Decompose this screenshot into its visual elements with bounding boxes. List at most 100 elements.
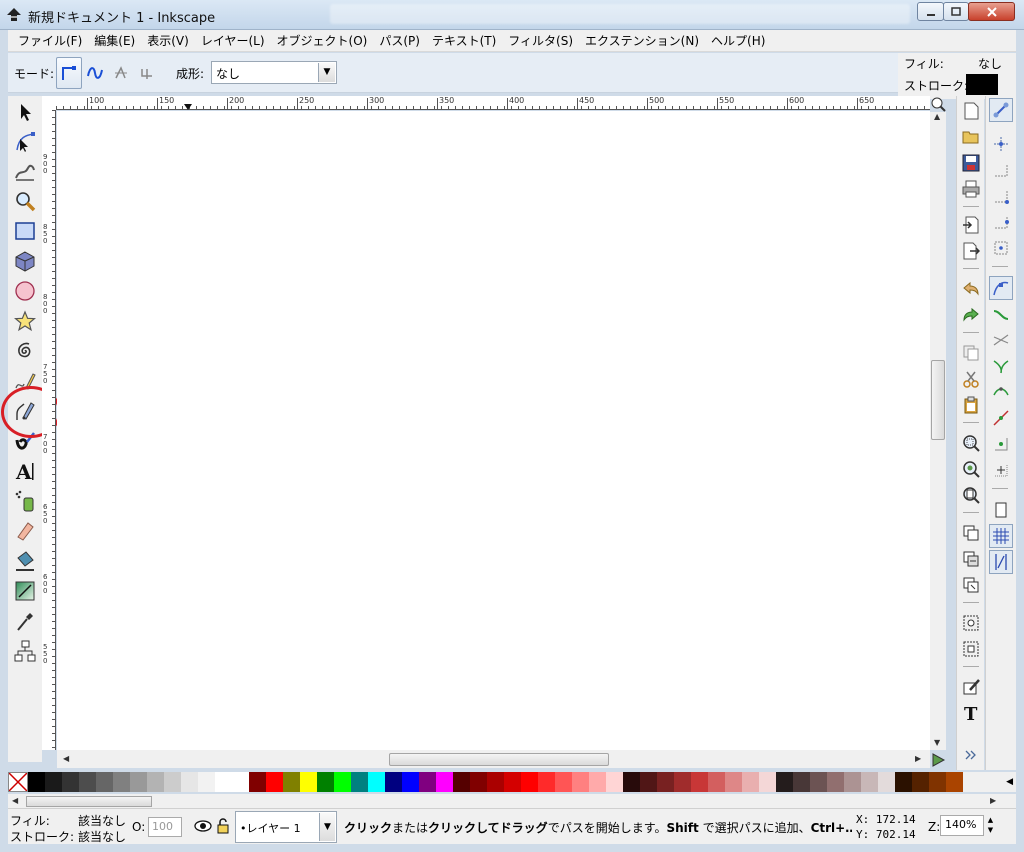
cut-button[interactable] <box>960 368 982 390</box>
tool-node-editor[interactable] <box>11 128 39 156</box>
palette-swatch[interactable] <box>895 772 912 792</box>
snap-guides-toggle[interactable] <box>989 550 1013 574</box>
snap-bbox-center-toggle[interactable] <box>989 236 1013 260</box>
scroll-left-icon[interactable]: ◀ <box>63 754 69 763</box>
tool-3d-box[interactable] <box>11 247 39 275</box>
tool-star[interactable] <box>11 307 39 335</box>
snap-enable-toggle[interactable] <box>989 98 1013 122</box>
palette-none-swatch[interactable] <box>8 772 28 792</box>
maximize-button[interactable] <box>943 2 969 21</box>
palette-swatch[interactable] <box>368 772 385 792</box>
color-manage-icon[interactable] <box>931 752 946 767</box>
fill-value[interactable]: なし <box>978 55 1002 72</box>
palette-swatch[interactable] <box>912 772 929 792</box>
palette-swatch[interactable] <box>232 772 249 792</box>
palette-swatch[interactable] <box>555 772 572 792</box>
open-button[interactable] <box>960 126 982 148</box>
menu-path[interactable]: パス(P) <box>373 30 426 52</box>
snap-midpoints-toggle[interactable] <box>989 406 1013 430</box>
palette-swatch[interactable] <box>504 772 521 792</box>
palette-swatch[interactable] <box>640 772 657 792</box>
mode-paraxial-alt-button[interactable] <box>134 57 160 89</box>
palette-swatch[interactable] <box>946 772 963 792</box>
palette-swatch[interactable] <box>623 772 640 792</box>
undo-button[interactable] <box>960 278 982 300</box>
redo-button[interactable] <box>960 304 982 326</box>
palette-swatch[interactable] <box>300 772 317 792</box>
palette-swatch[interactable] <box>96 772 113 792</box>
ungroup-button[interactable] <box>960 638 982 660</box>
snap-grid-toggle[interactable] <box>989 524 1013 548</box>
tool-text[interactable]: A <box>11 457 39 485</box>
palette-swatch[interactable] <box>62 772 79 792</box>
tool-gradient[interactable] <box>11 577 39 605</box>
snap-bbox-corner-toggle[interactable] <box>989 184 1013 208</box>
tool-rectangle[interactable] <box>11 217 39 245</box>
palette-swatch[interactable] <box>759 772 776 792</box>
palette-swatch[interactable] <box>249 772 266 792</box>
scroll-left-icon[interactable]: ◀ <box>12 796 18 805</box>
snap-cusp-nodes-toggle[interactable] <box>989 354 1013 378</box>
palette-swatch[interactable] <box>725 772 742 792</box>
menu-view[interactable]: 表示(V) <box>141 30 195 52</box>
snap-page-border-toggle[interactable] <box>989 498 1013 522</box>
snap-nodes-toggle[interactable] <box>989 276 1013 300</box>
menu-file[interactable]: ファイル(F) <box>12 30 88 52</box>
unlink-clone-button[interactable] <box>960 574 982 596</box>
stroke-swatch[interactable] <box>966 74 998 95</box>
palette-scrollbar[interactable]: ◀ ▶ <box>8 794 1016 808</box>
palette-swatch[interactable] <box>215 772 232 792</box>
tool-tweak[interactable] <box>11 157 39 185</box>
palette-swatch[interactable] <box>827 772 844 792</box>
snap-intersections-toggle[interactable] <box>989 328 1013 352</box>
snap-paths-toggle[interactable] <box>989 302 1013 326</box>
tool-eraser[interactable] <box>11 517 39 545</box>
mode-paraxial-button[interactable] <box>108 57 134 89</box>
palette-swatch[interactable] <box>674 772 691 792</box>
palette-swatch[interactable] <box>572 772 589 792</box>
vertical-scrollbar[interactable]: ▲ ▼ <box>930 112 946 750</box>
snap-bbox-midpoint-toggle[interactable] <box>989 210 1013 234</box>
export-button[interactable] <box>960 240 982 262</box>
palette-swatch[interactable] <box>79 772 96 792</box>
snap-object-centers-toggle[interactable] <box>989 432 1013 456</box>
palette-swatch[interactable] <box>470 772 487 792</box>
menu-edit[interactable]: 編集(E) <box>88 30 141 52</box>
scroll-right-icon[interactable]: ▶ <box>915 754 921 763</box>
palette-swatch[interactable] <box>113 772 130 792</box>
horizontal-scroll-thumb[interactable] <box>389 753 609 766</box>
palette-swatch[interactable] <box>606 772 623 792</box>
eye-visibility-icon[interactable] <box>194 819 212 833</box>
menu-layer[interactable]: レイヤー(L) <box>195 30 271 52</box>
palette-swatch[interactable] <box>385 772 402 792</box>
close-button[interactable] <box>968 2 1015 21</box>
zoom-input[interactable]: 140% <box>940 815 984 836</box>
palette-swatch[interactable] <box>130 772 147 792</box>
menu-extensions[interactable]: エクステンション(N) <box>579 30 705 52</box>
palette-swatch[interactable] <box>419 772 436 792</box>
palette-swatch[interactable] <box>657 772 674 792</box>
palette-swatch[interactable] <box>487 772 504 792</box>
text-font-dialog-button[interactable]: T <box>960 702 982 724</box>
palette-menu-icon[interactable]: ◀ <box>1003 772 1016 792</box>
snap-smooth-nodes-toggle[interactable] <box>989 380 1013 404</box>
menu-text[interactable]: テキスト(T) <box>426 30 502 52</box>
mode-regular-bezier-button[interactable] <box>56 57 82 89</box>
shape-select[interactable]: なし ▼ <box>211 61 337 84</box>
palette-swatch[interactable] <box>283 772 300 792</box>
palette-swatch[interactable] <box>521 772 538 792</box>
status-stroke-value[interactable]: 該当なし <box>78 828 126 845</box>
tool-spiral[interactable] <box>11 337 39 365</box>
snap-bbox-toggle[interactable] <box>989 132 1013 156</box>
palette-swatch[interactable] <box>810 772 827 792</box>
palette-swatch[interactable] <box>453 772 470 792</box>
palette-swatch[interactable] <box>436 772 453 792</box>
menu-filters[interactable]: フィルタ(S) <box>502 30 579 52</box>
more-commands-button[interactable] <box>960 744 982 766</box>
menu-help[interactable]: ヘルプ(H) <box>705 30 771 52</box>
scroll-right-icon[interactable]: ▶ <box>990 796 996 805</box>
palette-swatch[interactable] <box>45 772 62 792</box>
ruler-vertical[interactable]: 900 850 800 750 700 650 600 550 <box>42 110 56 750</box>
zoom-spinner[interactable]: ▲ ▼ <box>985 815 996 836</box>
vertical-scroll-thumb[interactable] <box>931 360 945 440</box>
